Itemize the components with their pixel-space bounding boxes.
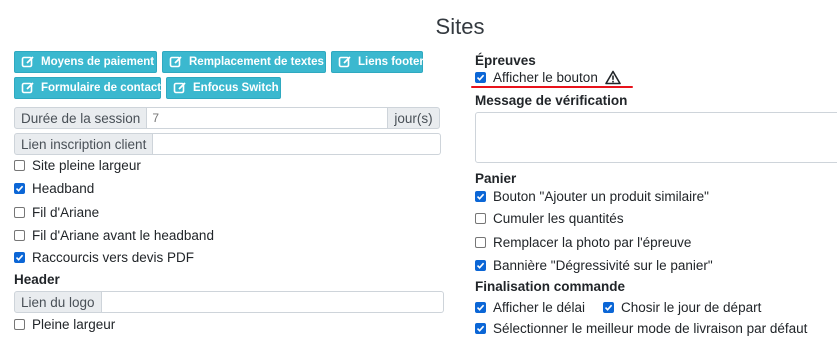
pdf-quote-shortcuts-checkbox[interactable]: Raccourcis vers devis PDF	[14, 250, 194, 265]
logo-link-input[interactable]	[101, 291, 444, 313]
contact-form-button[interactable]: Formulaire de contact	[14, 77, 161, 99]
checkbox-checked[interactable]	[475, 191, 486, 202]
show-delay-label: Afficher le délai	[493, 300, 586, 315]
contact-form-label: Formulaire de contact	[41, 82, 162, 94]
add-similar-product-label: Bouton "Ajouter un produit similaire"	[493, 189, 709, 204]
text-replacement-label: Remplacement de textes	[189, 56, 324, 68]
checkbox-checked[interactable]	[475, 72, 486, 83]
replace-photo-checkbox[interactable]: Remplacer la photo par l'épreuve	[475, 235, 691, 250]
edit-icon	[173, 81, 187, 95]
checkbox-checked[interactable]	[475, 302, 486, 313]
breadcrumb-before-headband-checkbox[interactable]: Fil d'Ariane avant le headband	[14, 228, 214, 243]
settings-buttons-row-1: Moyens de paiement Remplacement de texte…	[14, 51, 424, 73]
show-delay-checkbox[interactable]: Afficher le délai	[475, 300, 585, 315]
cart-section-title: Panier	[475, 171, 517, 186]
cumulate-quantities-label: Cumuler les quantités	[493, 211, 624, 226]
checkbox-checked[interactable]	[14, 252, 25, 263]
replace-photo-label: Remplacer la photo par l'épreuve	[493, 235, 692, 250]
client-signup-link-input[interactable]	[153, 133, 442, 155]
footer-links-label: Liens footer	[358, 56, 424, 68]
logo-link-group: Lien du logo	[14, 291, 444, 313]
checkbox-unchecked[interactable]	[14, 160, 25, 171]
payment-methods-label: Moyens de paiement	[41, 56, 155, 68]
header-section-title: Header	[14, 272, 60, 287]
client-signup-link-label: Lien inscription client	[14, 133, 154, 155]
pdf-quote-shortcuts-label: Raccourcis vers devis PDF	[32, 250, 195, 265]
session-duration-group: Durée de la session jour(s)	[14, 107, 440, 129]
verification-message-textarea[interactable]	[475, 112, 837, 163]
best-shipping-mode-label: Sélectionner le meilleur mode de livrais…	[493, 321, 808, 336]
edit-icon	[169, 55, 183, 69]
warning-icon	[605, 70, 621, 85]
payment-methods-button[interactable]: Moyens de paiement	[14, 51, 157, 73]
header-full-width-label: Pleine largeur	[32, 317, 116, 332]
show-button-label: Afficher le bouton	[493, 70, 598, 85]
client-signup-link-group: Lien inscription client	[14, 133, 442, 155]
session-duration-unit: jour(s)	[388, 107, 440, 129]
edit-icon	[21, 81, 35, 95]
full-width-site-label: Site pleine largeur	[32, 158, 141, 173]
checkbox-unchecked[interactable]	[475, 237, 486, 248]
checkbox-unchecked[interactable]	[14, 207, 25, 218]
breadcrumb-checkbox[interactable]: Fil d'Ariane	[14, 205, 99, 220]
edit-icon	[21, 55, 35, 69]
add-similar-product-checkbox[interactable]: Bouton "Ajouter un produit similaire"	[475, 189, 709, 204]
breadcrumb-before-headband-label: Fil d'Ariane avant le headband	[32, 228, 214, 243]
headband-checkbox[interactable]: Headband	[14, 181, 94, 196]
logo-link-label: Lien du logo	[14, 291, 102, 313]
verification-message-label: Message de vérification	[475, 93, 628, 108]
show-button-checkbox[interactable]: Afficher le bouton	[475, 70, 621, 85]
choose-departure-day-label: Chosir le jour de départ	[621, 300, 762, 315]
degressive-banner-label: Bannière "Dégressivité sur le panier"	[493, 258, 713, 273]
highlight-underline	[471, 86, 633, 88]
cumulate-quantities-checkbox[interactable]: Cumuler les quantités	[475, 211, 624, 226]
choose-departure-day-checkbox[interactable]: Chosir le jour de départ	[603, 300, 761, 315]
proofs-section-title: Épreuves	[475, 53, 536, 68]
breadcrumb-label: Fil d'Ariane	[32, 205, 100, 220]
best-shipping-mode-checkbox[interactable]: Sélectionner le meilleur mode de livrais…	[475, 321, 807, 336]
headband-label: Headband	[32, 181, 95, 196]
checkbox-unchecked[interactable]	[14, 230, 25, 241]
page-title: Sites	[435, 14, 485, 39]
degressive-banner-checkbox[interactable]: Bannière "Dégressivité sur le panier"	[475, 258, 713, 273]
checkbox-checked[interactable]	[603, 302, 614, 313]
full-width-site-checkbox[interactable]: Site pleine largeur	[14, 158, 141, 173]
text-replacement-button[interactable]: Remplacement de textes	[162, 51, 326, 73]
footer-links-button[interactable]: Liens footer	[331, 51, 424, 73]
enfocus-switch-button[interactable]: Enfocus Switch	[166, 77, 281, 99]
session-duration-label: Durée de la session	[14, 107, 148, 129]
checkbox-unchecked[interactable]	[14, 319, 25, 330]
finalize-order-section-title: Finalisation commande	[475, 279, 626, 294]
checkbox-checked[interactable]	[475, 260, 486, 271]
edit-icon	[338, 55, 352, 69]
checkbox-checked[interactable]	[475, 323, 486, 334]
settings-buttons-row-2: Formulaire de contact Enfocus Switch	[14, 77, 281, 99]
checkbox-checked[interactable]	[14, 183, 25, 194]
session-duration-input[interactable]	[147, 107, 389, 129]
header-full-width-checkbox[interactable]: Pleine largeur	[14, 317, 115, 332]
enfocus-switch-label: Enfocus Switch	[193, 82, 279, 94]
checkbox-unchecked[interactable]	[475, 213, 486, 224]
